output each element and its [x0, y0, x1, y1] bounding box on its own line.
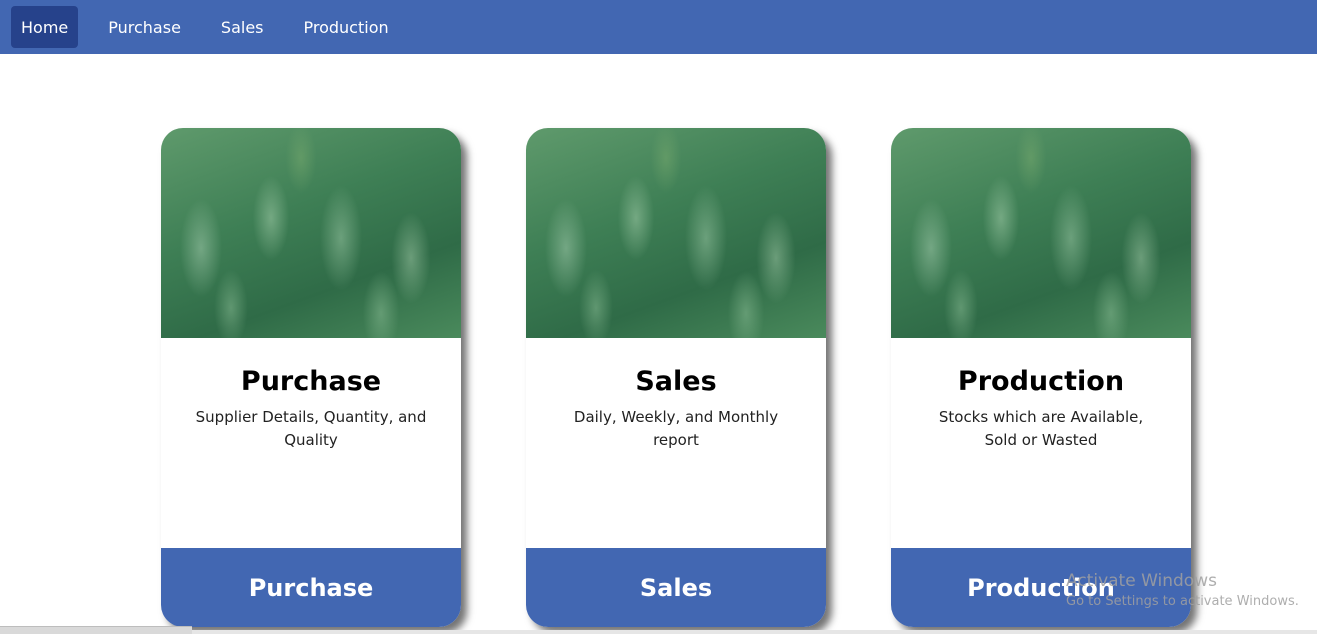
watermark-title: Activate Windows	[1066, 571, 1217, 591]
nav-home[interactable]: Home	[11, 6, 79, 48]
nav-sales[interactable]: Sales	[211, 6, 274, 48]
card-description: Stocks which are Available, Sold or Wast…	[938, 408, 1144, 449]
nav-production[interactable]: Production	[294, 6, 399, 48]
purchase-card: Purchase Supplier Details, Quantity, and…	[161, 128, 461, 627]
watermark-subtitle: Go to Settings to activate Windows.	[1066, 594, 1299, 609]
activate-windows-watermark: Activate Windows Go to Settings to activ…	[1066, 570, 1299, 612]
card-image-plants	[891, 128, 1191, 338]
card-title: Sales	[635, 366, 717, 397]
sales-card: Sales Daily, Weekly, and Monthly report …	[526, 128, 826, 627]
top-navbar: Home Purchase Sales Production	[0, 0, 1317, 54]
card-body: Production Stocks which are Available, S…	[891, 338, 1191, 548]
browser-status-bar	[0, 626, 192, 634]
card-image-plants	[526, 128, 826, 338]
card-body: Purchase Supplier Details, Quantity, and…	[161, 338, 461, 548]
purchase-button[interactable]: Purchase	[161, 548, 461, 627]
card-description: Daily, Weekly, and Monthly report	[573, 408, 779, 449]
sales-button[interactable]: Sales	[526, 548, 826, 627]
production-card: Production Stocks which are Available, S…	[891, 128, 1191, 627]
card-image-plants	[161, 128, 461, 338]
card-body: Sales Daily, Weekly, and Monthly report	[526, 338, 826, 548]
card-title: Production	[957, 366, 1125, 397]
card-title: Purchase	[240, 366, 382, 397]
nav-purchase[interactable]: Purchase	[98, 6, 191, 48]
card-description: Supplier Details, Quantity, and Quality	[195, 408, 427, 449]
bottom-divider	[192, 630, 1317, 634]
